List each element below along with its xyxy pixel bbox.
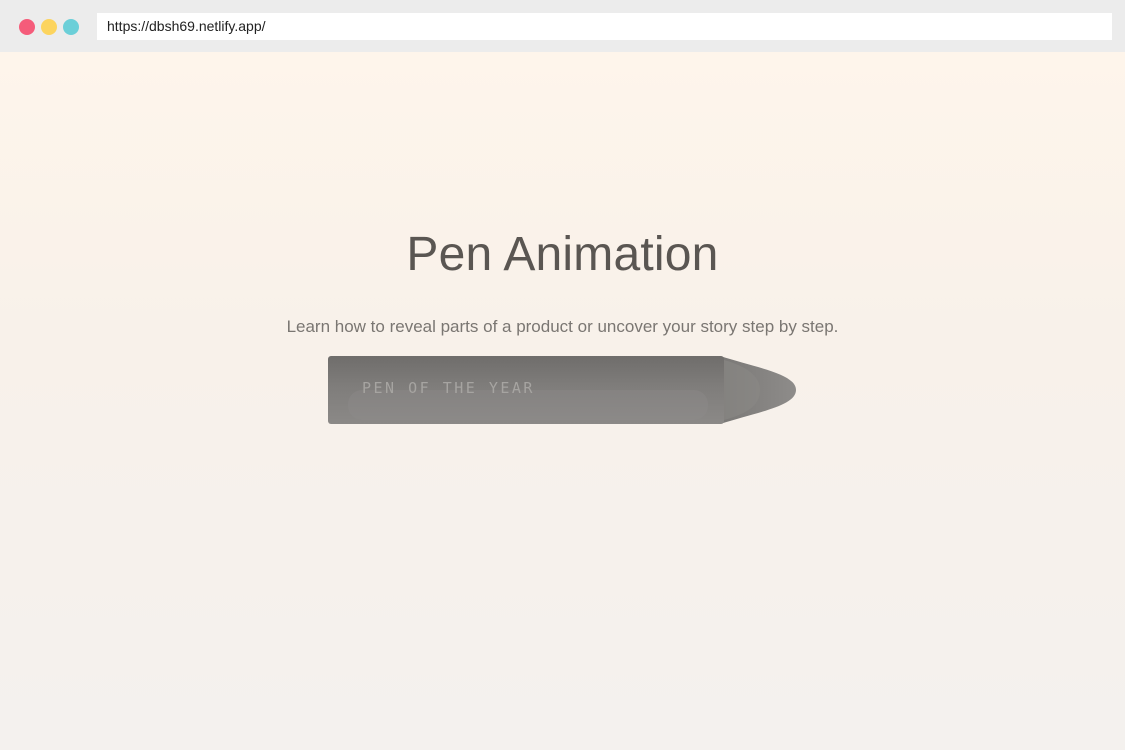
- page-subtitle: Learn how to reveal parts of a product o…: [286, 317, 839, 336]
- page-title: Pen Animation: [406, 228, 719, 281]
- page-viewport: Pen Animation Learn how to reveal parts …: [0, 52, 1125, 750]
- pen-illustration: PEN OF THE YEAR: [328, 356, 798, 424]
- maximize-window-button[interactable]: [63, 19, 79, 35]
- pen-label: PEN OF THE YEAR: [362, 379, 535, 397]
- address-bar[interactable]: https://dbsh69.netlify.app/: [97, 13, 1112, 40]
- browser-window: https://dbsh69.netlify.app/ Pen Animatio…: [0, 0, 1125, 750]
- minimize-window-button[interactable]: [41, 19, 57, 35]
- close-window-button[interactable]: [19, 19, 35, 35]
- browser-toolbar: https://dbsh69.netlify.app/: [0, 0, 1125, 52]
